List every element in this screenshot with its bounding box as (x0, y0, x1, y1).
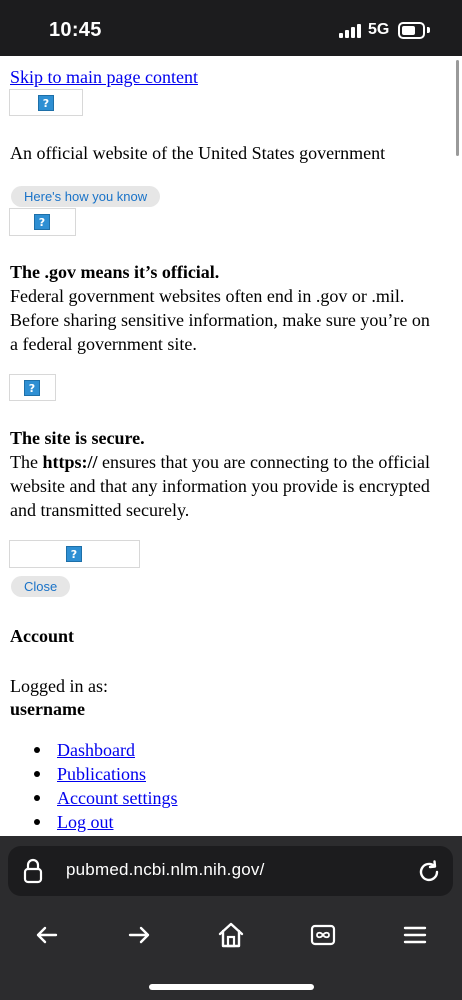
address-bar[interactable]: pubmed.ncbi.nlm.nih.gov/ (8, 846, 453, 896)
home-indicator (149, 984, 314, 990)
forward-icon[interactable] (124, 920, 154, 950)
dot-gov-icon-image: ? (9, 208, 76, 236)
dashboard-link[interactable]: Dashboard (57, 739, 135, 761)
signal-icon (339, 24, 361, 38)
broken-image-icon: ? (66, 546, 82, 562)
list-bullet (34, 795, 40, 801)
account-heading: Account (10, 626, 74, 646)
back-icon[interactable] (32, 920, 62, 950)
log-out-link[interactable]: Log out (57, 811, 114, 833)
browser-toolbar (0, 910, 462, 960)
secure-description-line: website and that any information you pro… (10, 476, 430, 496)
secure-description-line: and transmitted securely. (10, 500, 190, 520)
logged-in-label: Logged in as: (10, 676, 108, 696)
heres-how-you-know-button[interactable]: Here's how you know (11, 186, 161, 207)
broken-image-icon: ? (34, 214, 50, 230)
gov-heading: The .gov means it’s official. (10, 262, 220, 282)
secure-suffix: ensures that you are connecting to the o… (97, 452, 431, 472)
home-icon[interactable] (216, 920, 246, 950)
tabs-icon[interactable] (308, 920, 338, 950)
logo-image: ? (9, 540, 140, 568)
list-bullet (34, 747, 40, 753)
status-bar: 10:45 5G (0, 0, 462, 56)
https-icon-image: ? (9, 374, 56, 401)
network-type: 5G (368, 21, 390, 38)
web-content[interactable]: Skip to main page content ? An official … (0, 56, 462, 836)
secure-heading: The site is secure. (10, 428, 145, 448)
account-settings-link[interactable]: Account settings (57, 787, 177, 809)
gov-description-line: Federal government websites often end in… (10, 286, 405, 306)
battery-icon (398, 22, 425, 39)
scrollbar[interactable] (456, 60, 459, 156)
https-text: https:// (42, 452, 98, 472)
skip-to-content-link[interactable]: Skip to main page content (10, 66, 198, 88)
broken-image-icon: ? (24, 380, 40, 396)
secure-prefix: The (10, 452, 43, 472)
close-button[interactable]: Close (11, 576, 71, 597)
battery-cap (427, 27, 430, 33)
username-text: username (10, 699, 85, 719)
broken-image-icon: ? (38, 95, 54, 111)
official-website-text: An official website of the United States… (10, 143, 386, 163)
url-text[interactable]: pubmed.ncbi.nlm.nih.gov/ (66, 860, 265, 880)
publications-link[interactable]: Publications (57, 763, 146, 785)
status-time: 10:45 (49, 19, 102, 41)
gov-description-line: Before sharing sensitive information, ma… (10, 310, 430, 330)
lock-icon (23, 858, 43, 884)
list-bullet (34, 771, 40, 777)
list-bullet (34, 819, 40, 825)
banner-flag-image: ? (9, 89, 83, 116)
menu-icon[interactable] (400, 920, 430, 950)
secure-description-line: The https:// ensures that you are connec… (10, 450, 430, 474)
gov-description-line: a federal government site. (10, 334, 197, 354)
reload-icon[interactable] (416, 859, 442, 885)
browser-chrome: pubmed.ncbi.nlm.nih.gov/ (0, 836, 462, 1000)
